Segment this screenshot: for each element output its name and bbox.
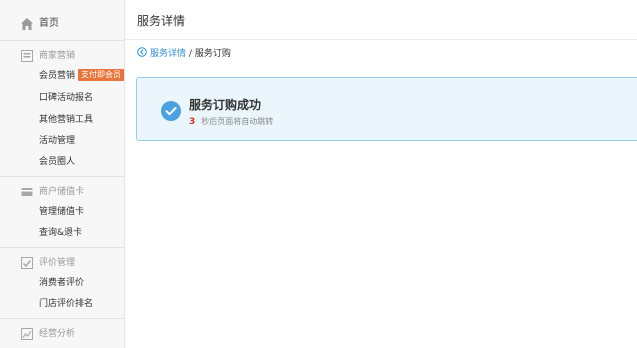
- countdown-text: 秒后页面将自动跳转: [201, 117, 274, 126]
- sidebar-section-label: 商家营销: [39, 51, 76, 61]
- divider: [0, 176, 124, 177]
- breadcrumb-back-link[interactable]: 服务详情: [150, 49, 186, 59]
- sidebar: 首页 商家营销 会员营销 支付即会员 口碑活动报名 其他营销工具 活动管理 会员圈…: [0, 0, 125, 348]
- page-title: 服务详情: [137, 14, 186, 28]
- store-icon: [21, 50, 33, 62]
- sidebar-section-stored-value-card[interactable]: 商户储值卡: [0, 183, 124, 203]
- success-title: 服务订购成功: [189, 98, 262, 112]
- sidebar-item-label: 首页: [39, 18, 59, 29]
- sidebar-section-label: 评价管理: [39, 258, 76, 268]
- divider: [0, 40, 124, 41]
- sidebar-item-member-targeting[interactable]: 会员圈人: [39, 155, 75, 169]
- sidebar-item-consumer-reviews[interactable]: 消费者评价: [39, 276, 84, 290]
- redirect-countdown: 3 秒后页面将自动跳转: [189, 116, 273, 128]
- sidebar-item-manage-cards[interactable]: 管理储值卡: [39, 205, 84, 219]
- divider: [125, 39, 637, 40]
- sidebar-section-merchant-marketing[interactable]: 商家营销: [0, 47, 124, 67]
- back-arrow-icon[interactable]: [137, 47, 147, 57]
- sidebar-section-label: 经营分析: [39, 329, 76, 339]
- sidebar-section-label: 商户储值卡: [39, 187, 85, 197]
- home-icon: [21, 18, 33, 30]
- sidebar-item-member-marketing[interactable]: 会员营销 支付即会员: [39, 69, 125, 83]
- review-icon: [21, 257, 33, 269]
- main-content: 服务详情 服务详情 / 服务订购 服务订购成功 3 秒后页面将自动跳转: [125, 0, 637, 348]
- success-check-icon: [161, 101, 181, 121]
- chart-icon: [21, 328, 33, 340]
- breadcrumb-separator: /: [188, 49, 192, 59]
- sidebar-section-business-analysis[interactable]: 经营分析: [0, 325, 124, 345]
- card-icon: [21, 188, 33, 196]
- sidebar-item-other-tools[interactable]: 其他营销工具: [39, 113, 93, 127]
- divider: [0, 247, 124, 248]
- sidebar-item-label: 会员营销: [39, 71, 76, 81]
- sidebar-item-query-refund[interactable]: 查询&退卡: [39, 226, 82, 240]
- countdown-number: 3: [189, 117, 196, 127]
- sidebar-item-store-ranking[interactable]: 门店评价排名: [39, 297, 93, 311]
- divider: [0, 318, 124, 319]
- breadcrumb: 服务详情 / 服务订购: [137, 47, 231, 61]
- breadcrumb-current: 服务订购: [194, 49, 231, 59]
- status-badge: 支付即会员: [78, 69, 125, 81]
- sidebar-section-review-management[interactable]: 评价管理: [0, 254, 124, 274]
- success-notice: 服务订购成功 3 秒后页面将自动跳转: [136, 77, 637, 141]
- sidebar-item-home[interactable]: 首页: [0, 10, 124, 38]
- sidebar-item-activity-management[interactable]: 活动管理: [39, 134, 75, 148]
- sidebar-item-koubei-signup[interactable]: 口碑活动报名: [39, 91, 93, 105]
